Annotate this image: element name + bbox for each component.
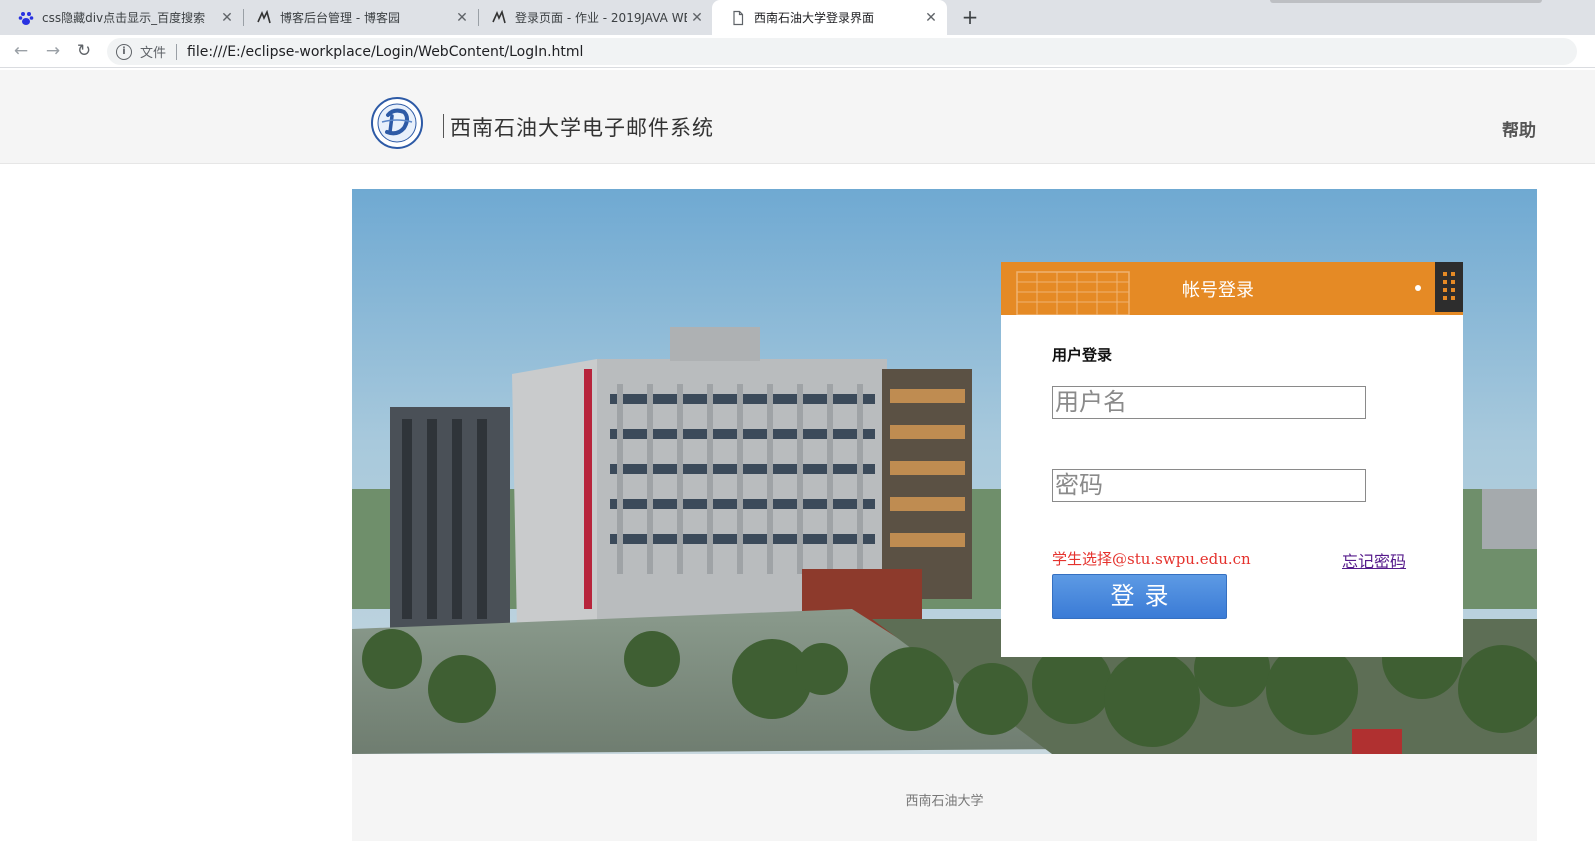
- new-tab-button[interactable]: +: [958, 6, 982, 30]
- close-icon[interactable]: ✕: [452, 10, 472, 26]
- back-icon[interactable]: ←: [10, 40, 32, 62]
- login-button[interactable]: 登录: [1052, 574, 1227, 619]
- cnblogs-icon: [491, 9, 507, 26]
- window-edge: [1270, 0, 1542, 3]
- login-panel: 帐号登录 用户登录 用户名 密码 学生选择@stu.swpu.edu.cn 忘记…: [1001, 262, 1463, 657]
- password-input[interactable]: 密码: [1052, 469, 1366, 502]
- reload-icon[interactable]: ↻: [73, 40, 95, 62]
- info-icon[interactable]: i: [116, 43, 132, 60]
- close-icon[interactable]: ✕: [217, 10, 237, 26]
- site-title: 西南石油大学电子邮件系统: [450, 116, 714, 140]
- address-bar[interactable]: i 文件 file:///E:/eclipse-workplace/Login/…: [107, 38, 1577, 65]
- qr-code-toggle-icon[interactable]: [1435, 262, 1463, 312]
- tab-title: 西南石油大学登录界面: [754, 11, 875, 25]
- scheme-label: 文件: [140, 46, 167, 61]
- dot-icon: [1415, 285, 1421, 291]
- login-header: 帐号登录: [1001, 262, 1463, 315]
- close-icon[interactable]: ✕: [921, 10, 941, 26]
- footer-text: 西南石油大学: [905, 794, 984, 809]
- help-link[interactable]: 帮助: [1502, 116, 1536, 141]
- page-icon: [730, 10, 746, 26]
- browser-tab[interactable]: css隐藏div点击显示_百度搜索 ✕: [0, 0, 243, 35]
- tab-title: 登录页面 - 作业 - 2019JAVA WE: [515, 11, 687, 25]
- omnibox-divider: [176, 43, 178, 60]
- tab-title: 博客后台管理 - 博客园: [280, 11, 400, 25]
- browser-tab[interactable]: 博客后台管理 - 博客园 ✕: [238, 0, 478, 35]
- cnblogs-icon: [256, 9, 272, 26]
- browser-tab-active[interactable]: 西南石油大学登录界面 ✕: [712, 0, 947, 35]
- site-header: 西南石油大学电子邮件系统 帮助: [0, 70, 1595, 164]
- login-title: 帐号登录: [1182, 280, 1254, 301]
- forward-icon[interactable]: →: [42, 40, 64, 62]
- university-logo: [370, 96, 424, 150]
- baidu-paw-icon: [18, 10, 34, 26]
- username-input[interactable]: 用户名: [1052, 386, 1366, 419]
- browser-tab-bar: css隐藏div点击显示_百度搜索 ✕ 博客后台管理 - 博客园 ✕ 登录页面 …: [0, 0, 1595, 35]
- browser-tab[interactable]: 登录页面 - 作业 - 2019JAVA WE ✕: [473, 0, 713, 35]
- email-domain-hint: 学生选择@stu.swpu.edu.cn: [1052, 550, 1251, 568]
- forgot-password-link[interactable]: 忘记密码: [1342, 548, 1406, 572]
- url-text[interactable]: file:///E:/eclipse-workplace/Login/WebCo…: [187, 44, 583, 60]
- browser-toolbar: ← → ↻ i 文件 file:///E:/eclipse-workplace/…: [0, 35, 1595, 68]
- page-content: 西南石油大学电子邮件系统 帮助 西南石油大学 帐号登录 用户登录 用户名 密码 …: [0, 70, 1595, 841]
- login-subtitle: 用户登录: [1052, 346, 1113, 364]
- tab-title: css隐藏div点击显示_百度搜索: [42, 11, 206, 25]
- logo-divider: [443, 114, 444, 138]
- close-icon[interactable]: ✕: [687, 10, 707, 26]
- site-footer: 西南石油大学: [352, 754, 1537, 841]
